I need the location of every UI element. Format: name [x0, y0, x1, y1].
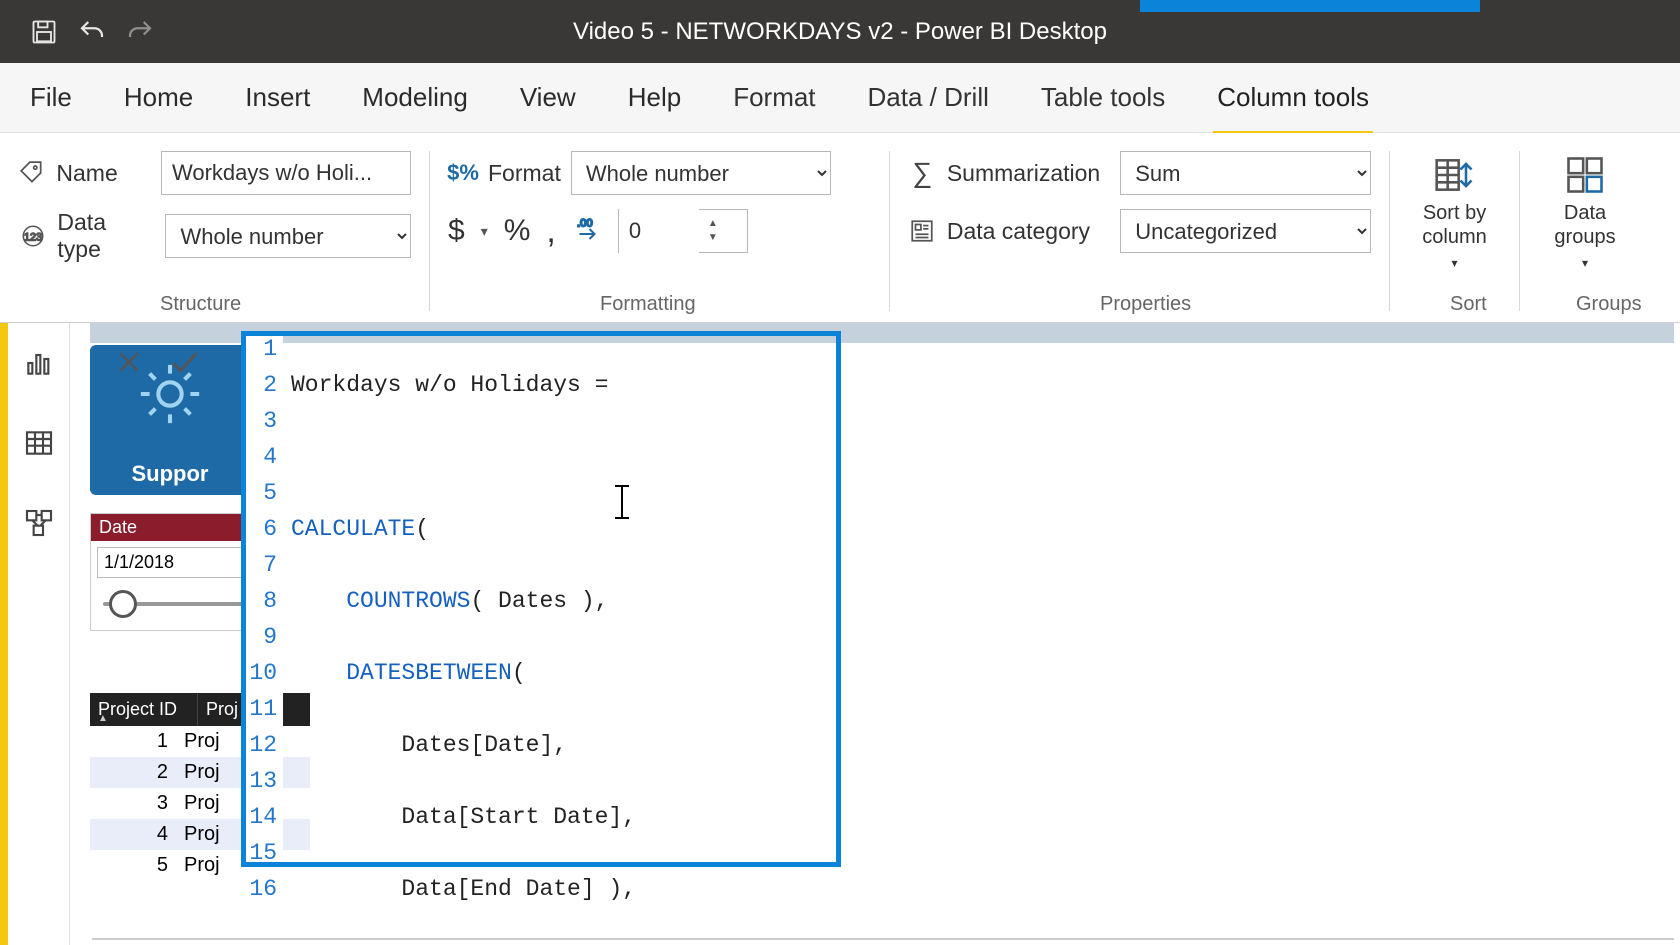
datacategory-label: Data category — [947, 218, 1110, 245]
data-view-icon[interactable] — [19, 423, 59, 463]
ribbon-group-formatting: $% Format Whole number $ ▾ % , .00 ▲▼ Fo… — [430, 151, 890, 311]
ribbon-tabs: File Home Insert Modeling View Help Form… — [0, 63, 1680, 133]
undo-icon[interactable] — [68, 8, 116, 56]
spinner-down-icon[interactable]: ▼ — [699, 231, 727, 245]
datatype-select[interactable]: Whole number — [165, 214, 411, 258]
save-icon[interactable] — [20, 8, 68, 56]
comma-button[interactable]: , — [546, 221, 555, 241]
slider-thumb-icon[interactable] — [109, 590, 137, 618]
ribbon-group-properties: ∑ Summarization Sum Data category Uncate… — [890, 151, 1390, 311]
datatype-icon: 123 — [18, 221, 47, 251]
dax-code[interactable]: Workdays w/o Holidays = CALCULATE( COUNT… — [291, 331, 816, 945]
sort-by-column-button[interactable]: Sort bycolumn ▾ — [1406, 151, 1502, 277]
name-input[interactable] — [161, 151, 411, 195]
formula-cancel-button[interactable] — [108, 341, 150, 383]
sort-asc-icon: ▲ — [98, 713, 108, 724]
decimal-shift-icon[interactable]: .00 — [572, 214, 602, 249]
spinner-up-icon[interactable]: ▲ — [699, 217, 727, 231]
format-select[interactable]: Whole number — [571, 151, 831, 195]
properties-group-label: Properties — [1100, 293, 1191, 316]
tab-modeling[interactable]: Modeling — [358, 74, 472, 121]
model-view-icon[interactable] — [19, 503, 59, 543]
summarization-select[interactable]: Sum — [1120, 151, 1371, 195]
bottom-divider — [92, 938, 1674, 940]
percent-button[interactable]: % — [504, 214, 531, 248]
svg-text:123: 123 — [24, 231, 42, 243]
formatting-group-label: Formatting — [600, 293, 696, 316]
tab-insert[interactable]: Insert — [241, 74, 314, 121]
sort-group-label: Sort — [1450, 293, 1487, 316]
datacategory-select[interactable]: Uncategorized — [1120, 209, 1371, 253]
table-header-proj[interactable]: Proj — [198, 693, 247, 726]
date-slicer-header: Date — [91, 514, 259, 541]
formula-commit-button[interactable] — [164, 341, 206, 383]
svg-text:.00: .00 — [577, 217, 593, 229]
table-header-projectid[interactable]: Project ID▲ — [90, 693, 198, 726]
support-label: Suppor — [132, 461, 209, 495]
work-area: Suppor Date 1/1/2018 Project ID▲ Proj 1P… — [0, 323, 1680, 945]
tab-format[interactable]: Format — [729, 74, 819, 121]
groups-label: Datagroups ▾ — [1554, 201, 1616, 275]
groups-icon — [1563, 153, 1607, 197]
text-cursor-icon — [621, 485, 623, 519]
format-label: Format — [488, 160, 561, 187]
tab-file[interactable]: File — [26, 74, 76, 121]
tab-column-tools[interactable]: Column tools — [1213, 74, 1373, 121]
redo-icon[interactable] — [116, 8, 164, 56]
category-icon — [908, 216, 937, 246]
tab-home[interactable]: Home — [120, 74, 197, 121]
format-icon: $% — [448, 158, 478, 188]
structure-group-label: Structure — [160, 293, 241, 316]
currency-chevron-icon[interactable]: ▾ — [481, 223, 488, 240]
name-label: Name — [56, 160, 151, 187]
ribbon-group-sort: Sort bycolumn ▾ Sort — [1390, 151, 1520, 311]
ribbon-group-groups: Datagroups ▾ Groups — [1520, 151, 1650, 311]
sigma-icon: ∑ — [908, 158, 937, 188]
summarization-label: Summarization — [947, 160, 1110, 187]
canvas: Suppor Date 1/1/2018 Project ID▲ Proj 1P… — [70, 323, 1680, 945]
window-title: Video 5 - NETWORKDAYS v2 - Power BI Desk… — [573, 18, 1107, 46]
tab-table-tools[interactable]: Table tools — [1037, 74, 1169, 121]
title-accent — [1140, 0, 1480, 12]
decimals-input[interactable] — [619, 209, 699, 253]
tab-help[interactable]: Help — [624, 74, 685, 121]
title-bar: Video 5 - NETWORKDAYS v2 - Power BI Desk… — [0, 0, 1680, 63]
data-groups-button[interactable]: Datagroups ▾ — [1538, 151, 1632, 277]
ribbon-group-structure: Name 123 Data type Whole number Structur… — [0, 151, 430, 311]
report-view-icon[interactable] — [19, 343, 59, 383]
decimals-spinner[interactable]: ▲▼ — [618, 209, 748, 253]
left-nav — [0, 323, 70, 945]
sort-icon — [1433, 153, 1477, 197]
date-slicer-value[interactable]: 1/1/2018 — [97, 547, 253, 578]
tab-view[interactable]: View — [516, 74, 580, 121]
tab-data-drill[interactable]: Data / Drill — [864, 74, 993, 121]
groups-group-label: Groups — [1576, 293, 1642, 316]
date-slicer-slider[interactable] — [103, 584, 247, 624]
date-slicer[interactable]: Date 1/1/2018 — [90, 513, 260, 631]
sort-label: Sort bycolumn ▾ — [1422, 201, 1486, 275]
ribbon: Name 123 Data type Whole number Structur… — [0, 133, 1680, 323]
tag-icon — [18, 158, 46, 188]
datatype-label: Data type — [57, 209, 155, 263]
line-gutter: 1 2 3 4 5 6 7 8 9 10 11 12 13 14 15 16 — [241, 331, 283, 907]
currency-button[interactable]: $ — [448, 214, 465, 248]
